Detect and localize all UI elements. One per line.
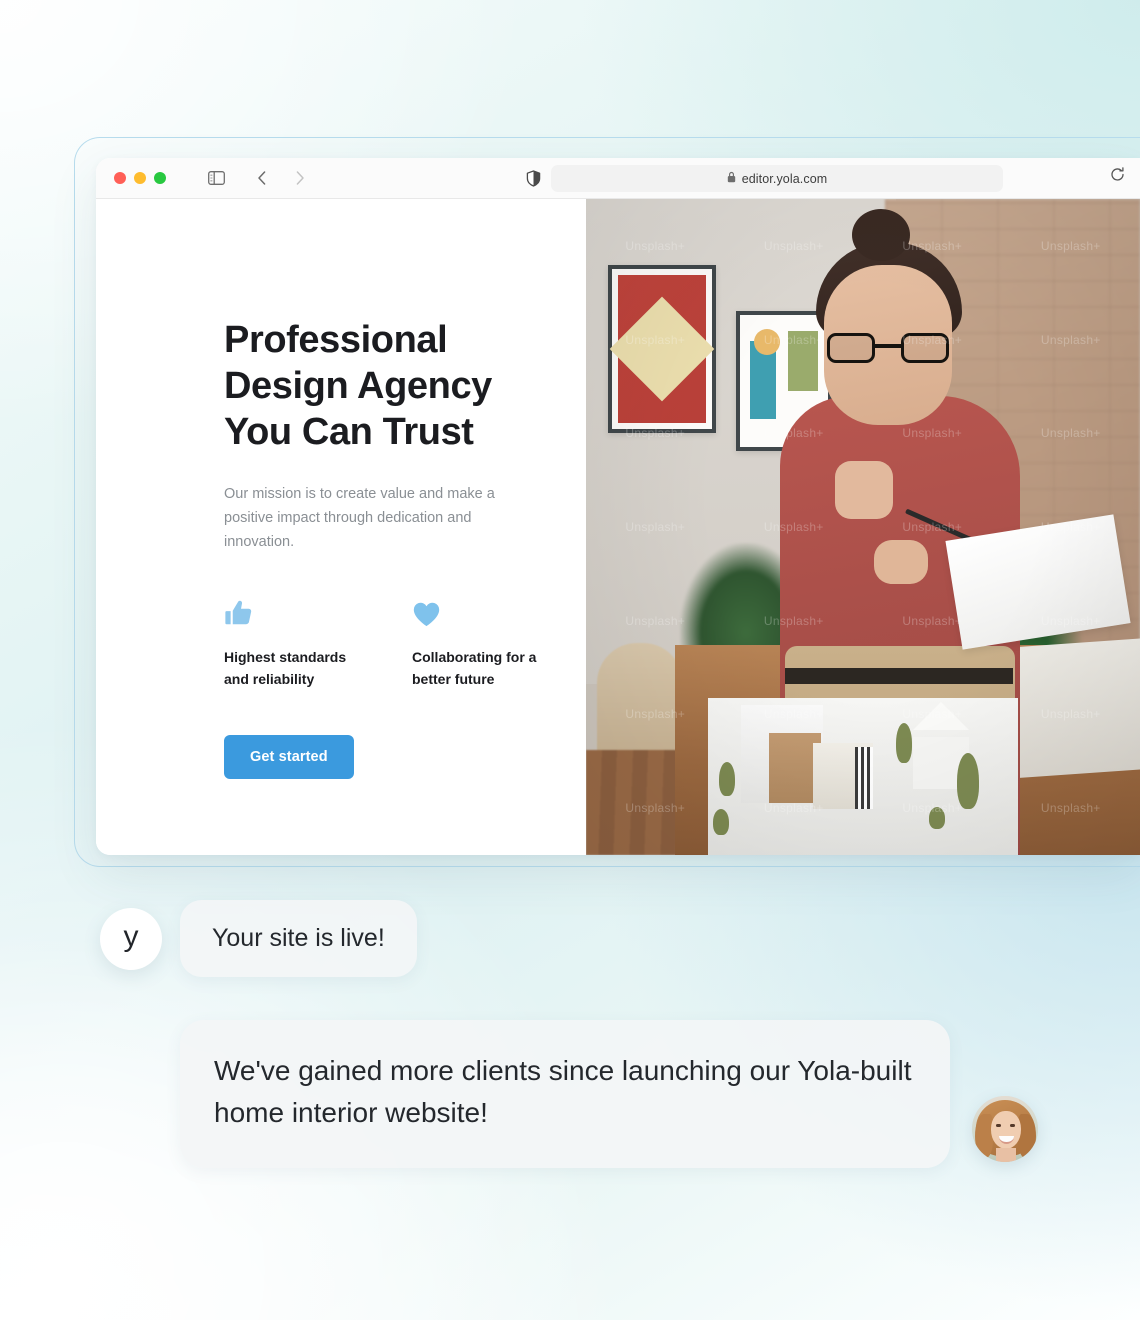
yola-logo-avatar: y — [100, 907, 162, 970]
get-started-button[interactable]: Get started — [224, 735, 354, 779]
customer-photo-avatar — [972, 1096, 1038, 1162]
chat-message-row: y Your site is live! — [100, 900, 417, 977]
sidebar-toggle-icon[interactable] — [202, 165, 230, 191]
feature-label: Collaborating for a better future — [412, 649, 537, 687]
minimize-window-button[interactable] — [134, 172, 146, 184]
browser-toolbar: editor.yola.com — [96, 158, 1140, 199]
hero-title: Professional Design Agency You Can Trust — [224, 319, 492, 453]
heart-icon — [412, 596, 562, 628]
close-window-button[interactable] — [114, 172, 126, 184]
browser-window: editor.yola.com Professional Design Agenc… — [96, 158, 1140, 855]
feature-item: Highest standards and reliability — [224, 596, 374, 690]
chevron-right-icon[interactable] — [286, 165, 314, 191]
chat-bubble: We've gained more clients since launchin… — [180, 1020, 950, 1168]
hero-feature-list: Highest standards and reliability Collab… — [224, 596, 586, 690]
zoom-window-button[interactable] — [154, 172, 166, 184]
hero-copy-column: Professional Design Agency You Can Trust O… — [96, 199, 586, 855]
site-viewport: Professional Design Agency You Can Trust O… — [96, 199, 1140, 855]
shield-icon[interactable] — [522, 167, 544, 189]
lock-icon — [727, 170, 736, 188]
reload-icon[interactable] — [1106, 163, 1128, 185]
feature-label: Highest standards and reliability — [224, 649, 347, 687]
chevron-left-icon[interactable] — [248, 165, 276, 191]
hero-photo: Unsplash+ Unsplash+ Unsplash+ Unsplash+ … — [586, 199, 1140, 855]
hero-subtitle: Our mission is to create value and make … — [224, 486, 495, 550]
address-bar-url: editor.yola.com — [741, 171, 828, 186]
window-traffic-lights — [114, 172, 166, 184]
browser-nav-group — [202, 165, 314, 191]
feature-item: Collaborating for a better future — [412, 596, 562, 690]
chat-bubble: Your site is live! — [180, 900, 417, 977]
thumbs-up-icon — [224, 596, 374, 628]
chat-message-row: We've gained more clients since launchin… — [180, 1020, 1038, 1168]
address-bar[interactable]: editor.yola.com — [551, 165, 1003, 192]
